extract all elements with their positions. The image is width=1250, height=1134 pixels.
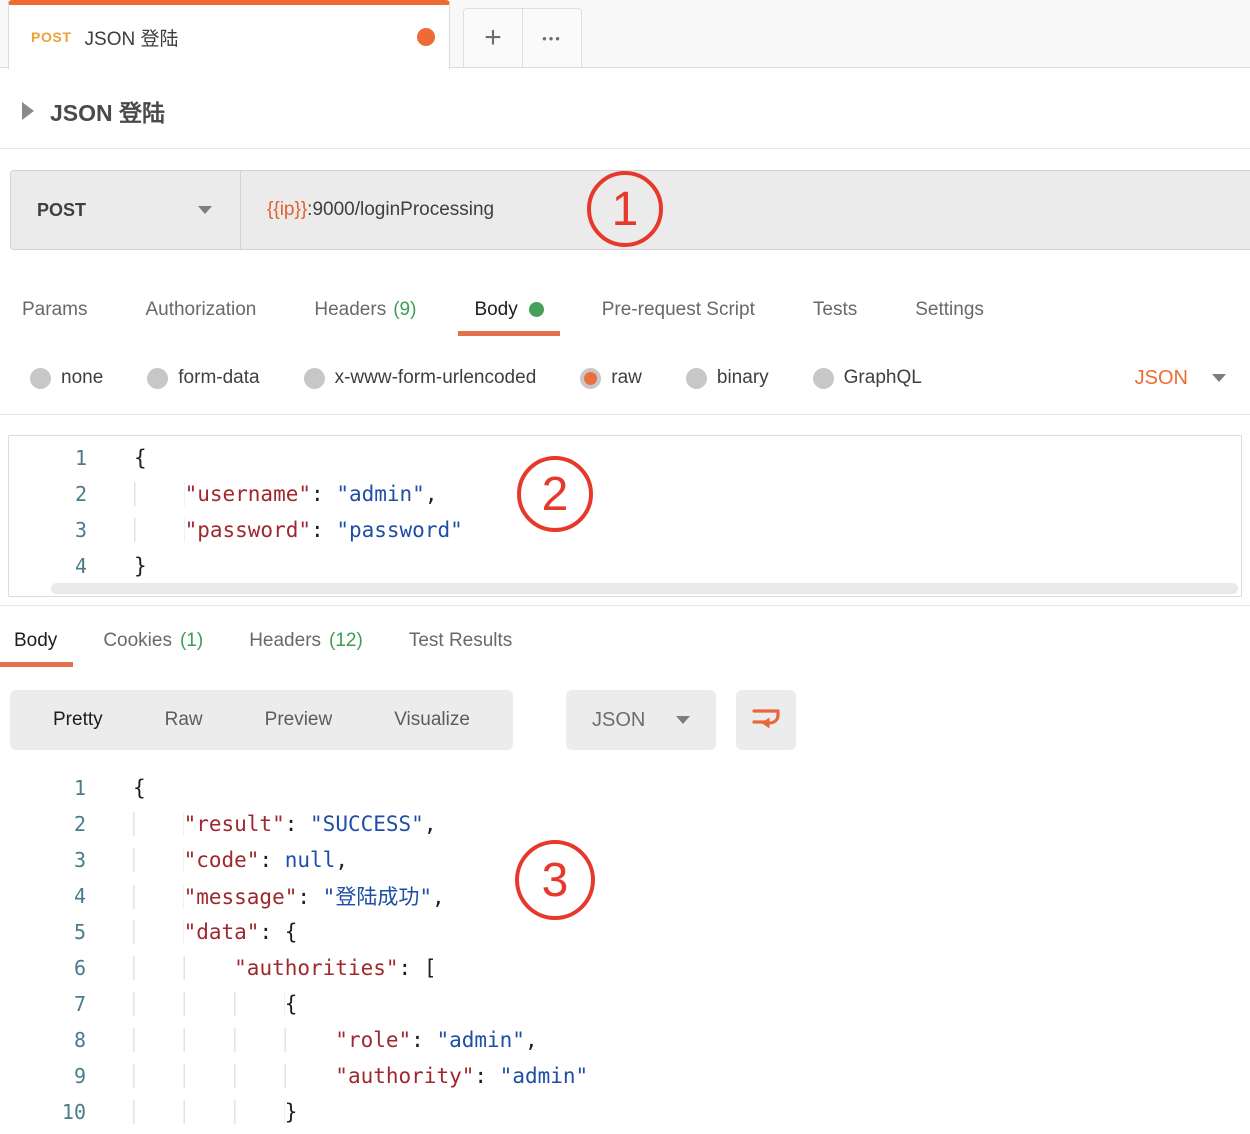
horizontal-scrollbar[interactable]	[51, 583, 1238, 594]
response-headers-count: (12)	[329, 630, 363, 651]
line-number: 6	[73, 956, 86, 980]
divider	[0, 148, 1250, 149]
url-path: :9000/loginProcessing	[307, 199, 495, 220]
chevron-down-icon	[198, 206, 212, 214]
radio-icon	[147, 367, 169, 389]
cookies-count: (1)	[179, 630, 204, 651]
headers-count: (9)	[393, 298, 417, 320]
code-line: 3 "password": "password"	[9, 512, 1241, 548]
radio-icon	[303, 367, 325, 389]
line-number: 2	[73, 812, 86, 836]
body-mode-row: none form-data x-www-form-urlencoded raw…	[0, 358, 1250, 398]
tab-title: JSON 登陆	[84, 28, 179, 50]
tab-bar: POST JSON 登陆 + •••	[0, 0, 1250, 69]
code-line: 9 "authority": "admin"	[8, 1058, 1242, 1094]
code-line: 8 "role": "admin",	[8, 1022, 1242, 1058]
view-pretty[interactable]: Pretty	[22, 709, 134, 731]
active-tab-underline	[458, 331, 560, 336]
chevron-down-icon	[676, 716, 690, 724]
body-type-value: JSON	[1134, 366, 1188, 389]
line-number: 3	[73, 848, 86, 872]
divider	[0, 605, 1250, 606]
radio-icon	[812, 367, 834, 389]
response-tabs: Body Cookies (1) Headers (12) Test Results	[0, 615, 1250, 667]
active-tab-underline	[0, 662, 74, 667]
code-line: 3 "code": null,	[8, 842, 1242, 878]
unsaved-dot-icon	[417, 28, 435, 46]
line-number: 4	[73, 884, 86, 908]
code-line: 7 {	[8, 986, 1242, 1022]
chevron-down-icon	[1212, 374, 1226, 382]
line-number: 4	[74, 554, 87, 578]
divider	[0, 414, 1250, 415]
tab-params[interactable]: Params	[22, 283, 87, 336]
code-line: 4}	[9, 548, 1241, 584]
request-tabs: Params Authorization Headers (9) Body Pre…	[0, 283, 1250, 336]
code-line: 4 "message": "登陆成功",	[8, 878, 1242, 914]
line-number: 1	[73, 776, 86, 800]
response-format-value: JSON	[592, 708, 646, 731]
line-number: 5	[73, 920, 86, 944]
url-variable: {{ip}}	[267, 199, 308, 220]
body-mode-graphql[interactable]: GraphQL	[812, 367, 922, 389]
code-line: 2 "username": "admin",	[9, 476, 1241, 512]
line-number: 1	[74, 446, 87, 470]
tab-response-body[interactable]: Body	[0, 615, 74, 667]
request-tab-active[interactable]: POST JSON 登陆	[8, 0, 450, 69]
tab-test-results[interactable]: Test Results	[409, 615, 512, 667]
radio-icon	[30, 367, 51, 389]
radio-icon	[685, 367, 707, 389]
line-number: 10	[61, 1100, 86, 1124]
view-visualize[interactable]: Visualize	[363, 709, 501, 731]
code-line: 1{	[8, 770, 1242, 806]
code-line: 1{	[9, 440, 1241, 476]
page-title: JSON 登陆	[50, 100, 166, 126]
body-set-dot-icon	[528, 302, 544, 317]
body-mode-urlencoded[interactable]: x-www-form-urlencoded	[303, 367, 536, 389]
code-line: 6 "authorities": [	[8, 950, 1242, 986]
body-mode-form-data[interactable]: form-data	[147, 367, 260, 389]
collapse-caret-icon[interactable]	[22, 102, 34, 120]
view-raw[interactable]: Raw	[134, 709, 234, 731]
tab-buttons: + •••	[463, 8, 582, 68]
tab-headers[interactable]: Headers (9)	[314, 283, 416, 336]
wrap-text-icon	[750, 703, 782, 738]
request-title-row: JSON 登陆	[22, 94, 165, 128]
response-body-viewer[interactable]: 1{ 2 "result": "SUCCESS", 3 "code": null…	[8, 768, 1242, 1134]
method-select-value: POST	[37, 199, 87, 220]
response-format-select[interactable]: JSON	[566, 690, 716, 750]
wrap-text-button[interactable]	[736, 690, 796, 750]
radio-selected-icon	[580, 367, 602, 389]
new-tab-button[interactable]: +	[463, 8, 523, 68]
line-number: 7	[73, 992, 86, 1016]
code-line: 10 }	[8, 1094, 1242, 1130]
body-mode-binary[interactable]: binary	[685, 367, 769, 389]
tab-tests[interactable]: Tests	[813, 283, 857, 336]
tab-response-headers[interactable]: Headers (12)	[249, 615, 363, 667]
request-url-bar: POST {{ip}}:9000/loginProcessing	[10, 170, 1250, 250]
tab-pre-request-script[interactable]: Pre-request Script	[602, 283, 755, 336]
tab-authorization[interactable]: Authorization	[145, 283, 256, 336]
method-badge: POST	[31, 29, 72, 45]
tab-settings[interactable]: Settings	[915, 283, 984, 336]
url-input[interactable]: {{ip}}:9000/loginProcessing	[241, 199, 494, 221]
line-number: 2	[74, 482, 87, 506]
code-line: 5 "data": {	[8, 914, 1242, 950]
tab-body[interactable]: Body	[458, 283, 560, 336]
method-select[interactable]: POST	[11, 171, 241, 249]
line-number: 3	[74, 518, 87, 542]
tab-cookies[interactable]: Cookies (1)	[103, 615, 203, 667]
body-mode-raw[interactable]: raw	[580, 367, 642, 389]
line-number: 8	[73, 1028, 86, 1052]
body-type-select[interactable]: JSON	[1135, 367, 1226, 390]
more-tabs-button[interactable]: •••	[522, 8, 582, 68]
request-body-editor[interactable]: 1{ 2 "username": "admin", 3 "password": …	[8, 435, 1242, 597]
view-preview[interactable]: Preview	[234, 709, 364, 731]
response-view-switch: Pretty Raw Preview Visualize	[10, 690, 513, 750]
code-line: 2 "result": "SUCCESS",	[8, 806, 1242, 842]
body-mode-none[interactable]: none	[30, 367, 103, 389]
line-number: 9	[73, 1064, 86, 1088]
